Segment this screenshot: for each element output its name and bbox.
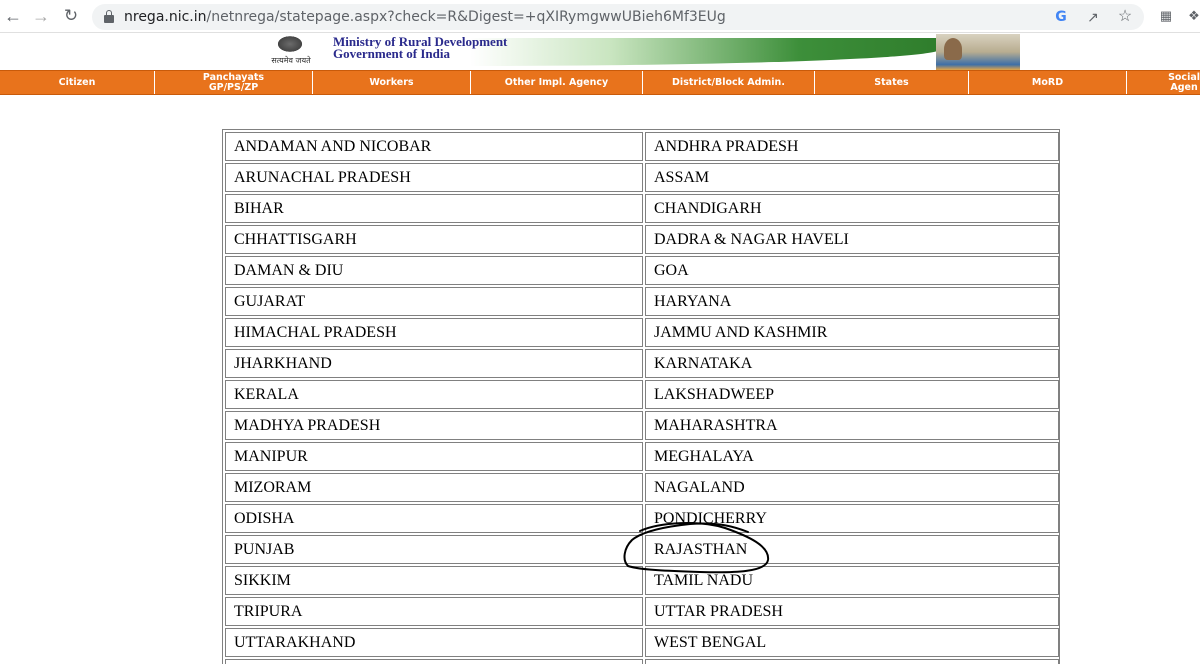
google-lens-icon[interactable]: G — [1052, 8, 1070, 26]
menu-citizen[interactable]: Citizen — [0, 71, 155, 94]
state-link-karnataka[interactable]: KARNATAKA — [645, 349, 1059, 378]
menu-district-block-admin[interactable]: District/Block Admin. — [643, 71, 815, 94]
main-menu: Citizen Panchayats GP/PS/ZP Workers Othe… — [0, 70, 1200, 95]
state-link-himachal-pradesh[interactable]: HIMACHAL PRADESH — [225, 318, 643, 347]
back-arrow-icon[interactable]: ← — [2, 5, 24, 27]
emblem-motto: सत्यमेव जयते — [271, 56, 311, 65]
tricolor-stripe — [470, 38, 940, 66]
state-link-uttar-pradesh[interactable]: UTTAR PRADESH — [645, 597, 1059, 626]
state-link-daman-diu[interactable]: DAMAN & DIU — [225, 256, 643, 285]
state-link-gujarat[interactable]: GUJARAT — [225, 287, 643, 316]
state-link-jammu-and-kashmir[interactable]: JAMMU AND KASHMIR — [645, 318, 1059, 347]
state-link-bihar[interactable]: BIHAR — [225, 194, 643, 223]
states-table: ANDAMAN AND NICOBAR ANDHRA PRADESH ARUNACH… — [222, 129, 1060, 664]
state-link-madhya-pradesh[interactable]: MADHYA PRADESH — [225, 411, 643, 440]
url-text[interactable]: nrega.nic.in/netnrega/statepage.aspx?che… — [124, 9, 726, 25]
menu-workers[interactable]: Workers — [313, 71, 471, 94]
state-link-uttarakhand[interactable]: UTTARAKHAND — [225, 628, 643, 657]
banner-photo — [936, 34, 1020, 70]
state-link-andhra-pradesh[interactable]: ANDHRA PRADESH — [645, 132, 1059, 161]
forward-arrow-icon[interactable]: → — [30, 5, 52, 27]
states-grid: ANDAMAN AND NICOBAR ANDHRA PRADESH ARUNACH… — [225, 132, 1059, 664]
state-link-sikkim[interactable]: SIKKIM — [225, 566, 643, 595]
state-link-rajasthan[interactable]: RAJASTHAN — [645, 535, 1059, 564]
browser-toolbar: ← → ↻ nrega.nic.in/netnrega/statepage.as… — [0, 0, 1200, 33]
url-path: /netnrega/statepage.aspx?check=R&Digest=… — [206, 9, 726, 25]
qr-code-icon[interactable]: ▦ — [1157, 8, 1175, 26]
reload-icon[interactable]: ↻ — [60, 5, 82, 27]
state-link-dadra-nagar-haveli[interactable]: DADRA & NAGAR HAVELI — [645, 225, 1059, 254]
state-link-chhattisgarh[interactable]: CHHATTISGARH — [225, 225, 643, 254]
state-link-manipur[interactable]: MANIPUR — [225, 442, 643, 471]
bookmark-star-icon[interactable]: ☆ — [1116, 8, 1134, 26]
extensions-puzzle-icon[interactable]: ❖ — [1185, 8, 1200, 26]
state-link-odisha[interactable]: ODISHA — [225, 504, 643, 533]
state-link-andaman-and-nicobar[interactable]: ANDAMAN AND NICOBAR — [225, 132, 643, 161]
state-link-punjab[interactable]: PUNJAB — [225, 535, 643, 564]
state-link-jharkhand[interactable]: JHARKHAND — [225, 349, 643, 378]
state-link-maharashtra[interactable]: MAHARASHTRA — [645, 411, 1059, 440]
menu-social-agency[interactable]: Social Agen — [1127, 71, 1200, 94]
state-link-chandigarh[interactable]: CHANDIGARH — [645, 194, 1059, 223]
address-bar[interactable]: nrega.nic.in/netnrega/statepage.aspx?che… — [92, 4, 1144, 30]
state-link-mizoram[interactable]: MIZORAM — [225, 473, 643, 502]
url-host: nrega.nic.in — [124, 9, 207, 25]
state-link-goa[interactable]: GOA — [645, 256, 1059, 285]
state-link-empty-35 — [645, 659, 1059, 664]
government-name: Government of India — [333, 46, 450, 61]
state-link-tripura[interactable]: TRIPURA — [225, 597, 643, 626]
state-link-nagaland[interactable]: NAGALAND — [645, 473, 1059, 502]
site-banner: सत्यमेव जयते Ministry of Rural Developme… — [0, 34, 1200, 70]
state-link-arunachal-pradesh[interactable]: ARUNACHAL PRADESH — [225, 163, 643, 192]
menu-mord[interactable]: MoRD — [969, 71, 1127, 94]
state-link-haryana[interactable]: HARYANA — [645, 287, 1059, 316]
state-link-tamil-nadu[interactable]: TAMIL NADU — [645, 566, 1059, 595]
menu-states[interactable]: States — [815, 71, 969, 94]
lock-icon[interactable] — [104, 10, 114, 23]
state-link-lakshadweep[interactable]: LAKSHADWEEP — [645, 380, 1059, 409]
state-link-pondicherry[interactable]: PONDICHERRY — [645, 504, 1059, 533]
menu-other-impl-agency[interactable]: Other Impl. Agency — [471, 71, 643, 94]
menu-panchayats[interactable]: Panchayats GP/PS/ZP — [155, 71, 313, 94]
national-emblem-icon: सत्यमेव जयते — [270, 34, 312, 70]
share-icon[interactable]: ↗ — [1084, 8, 1102, 26]
state-link-west-bengal[interactable]: WEST BENGAL — [645, 628, 1059, 657]
state-link-meghalaya[interactable]: MEGHALAYA — [645, 442, 1059, 471]
state-link-kerala[interactable]: KERALA — [225, 380, 643, 409]
state-link-assam[interactable]: ASSAM — [645, 163, 1059, 192]
state-link-empty-34 — [225, 659, 643, 664]
